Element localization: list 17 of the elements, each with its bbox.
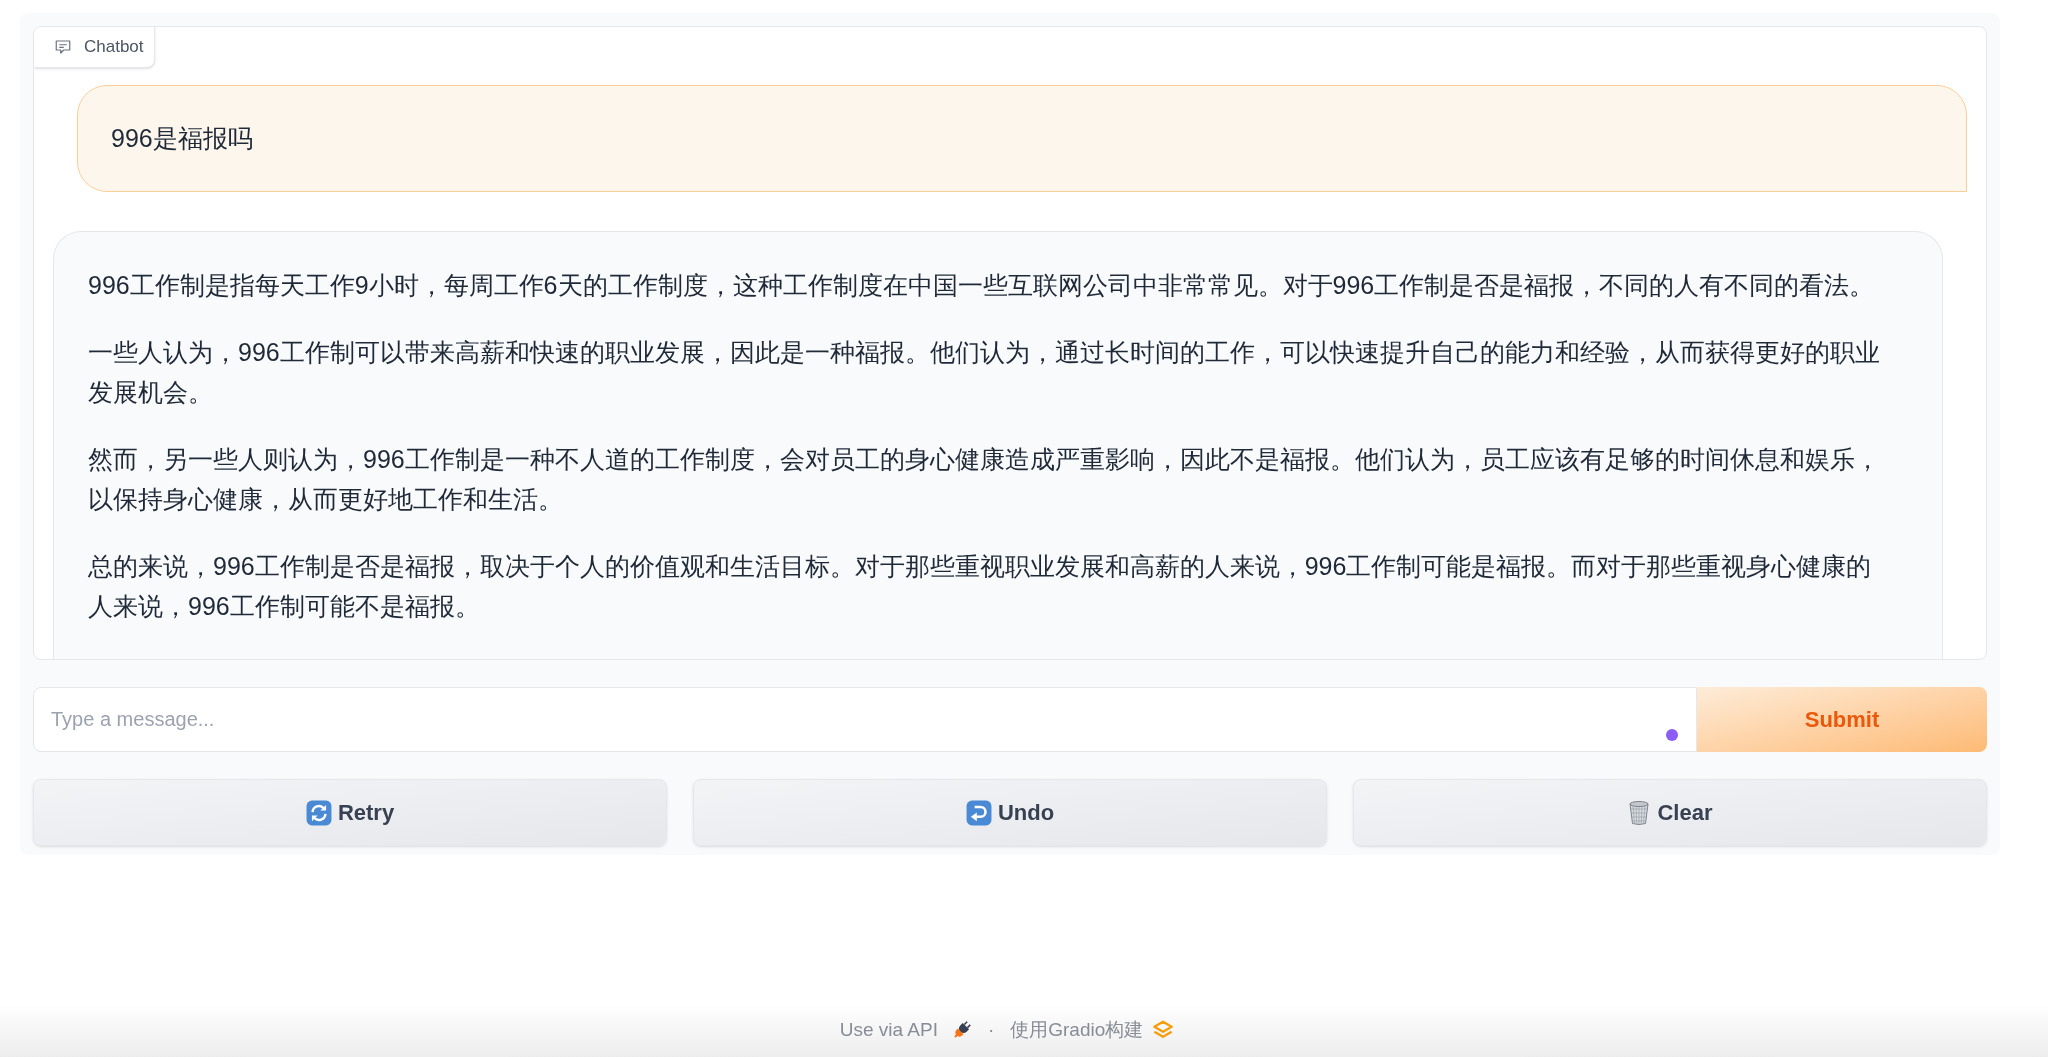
refresh-arrows-icon	[305, 799, 332, 826]
wastebasket-icon	[1627, 799, 1652, 826]
clear-button[interactable]: Clear	[1353, 779, 1987, 846]
message-text: 总的来说，996工作制是否是福报，取决于个人的价值观和生活目标。对于那些重视职业发展和高薪的人来说，996工作制可能是福报。而对于那些重视身心健康的人来说，996工作制可能不是福报。	[88, 551, 1873, 622]
message-text: 996工作制是指每天工作9小时，每周工作6天的工作制度，这种工作制度在中国一些互联网公司中非常常见。对于996工作制是否是福报，不同的人有不同的看法。	[88, 270, 1876, 301]
message-text: 然而，另一些人则认为，996工作制是一种不人道的工作制度，会对员工的身心健康造成严重影响，因此不是福报。他们认为，员工应该有足够的时间休息和娱乐，以保持身心健康，从而更好地工作和生活。	[88, 444, 1881, 515]
plug-icon	[951, 1020, 972, 1040]
retry-button[interactable]: Retry	[33, 779, 667, 846]
chat-icon	[54, 38, 72, 56]
message-text: 996是福报吗	[111, 123, 254, 154]
status-dot-icon	[1666, 729, 1678, 741]
label-text: Chatbot	[84, 36, 144, 59]
message-input[interactable]: Type a message...	[33, 687, 1697, 752]
undo-button[interactable]: Undo	[693, 779, 1327, 846]
separator: ·	[987, 1017, 995, 1042]
layers-logo-icon	[1152, 1020, 1175, 1040]
message-text: 一些人认为，996工作制可以带来高薪和快速的职业发展，因此是一种福报。他们认为，通过长时间的工作，可以快速提升自己的能力和经验，从而获得更好的职业发展机会。	[88, 337, 1881, 408]
